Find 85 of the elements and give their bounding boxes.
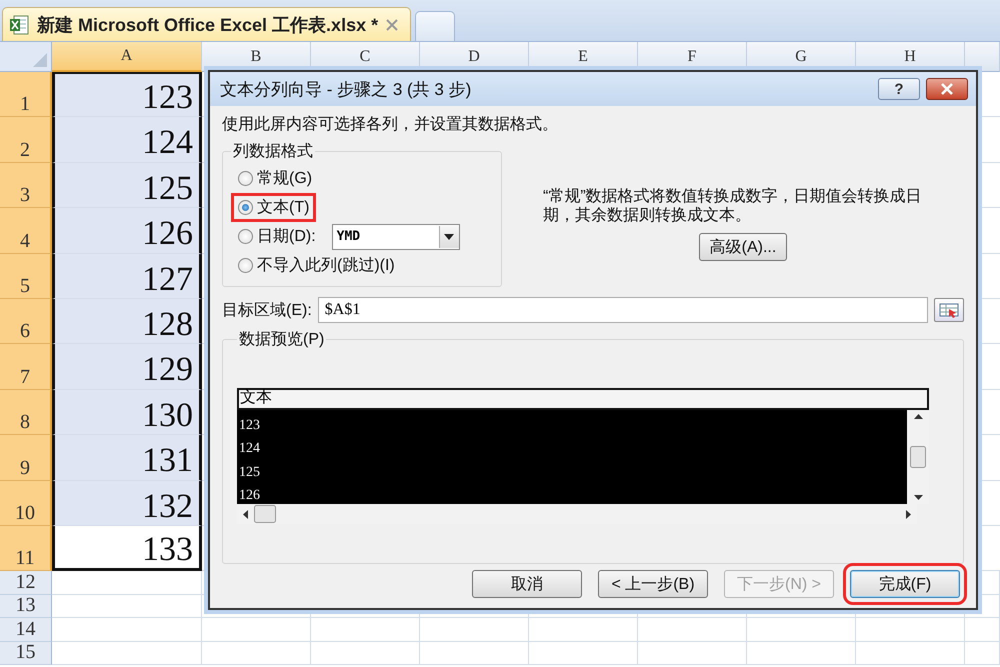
column-header[interactable] [965,42,1000,72]
date-format-dropdown[interactable]: YMD [332,224,460,250]
preview-row-text: 126 [238,487,261,504]
preview-row-text: 123 [238,416,261,434]
triangle-icon[interactable] [33,53,47,67]
row-header[interactable]: 12 [0,571,52,595]
scroll-left-icon[interactable] [243,510,248,518]
preview-row-text: 125 [238,464,261,480]
table-cell: 131 [52,435,202,481]
empty-cell[interactable] [856,618,965,642]
radio-button[interactable] [238,200,253,215]
table-cell: 123 [52,72,202,118]
empty-cell[interactable] [311,618,420,642]
table-cell: 133 [52,526,202,572]
empty-cell[interactable] [965,618,1000,642]
workbook-tab[interactable]: 新建 Microsoft Office Excel 工作表.xlsx * [2,7,412,41]
preview-column-header: 文本 [237,388,929,410]
intro-text: 使用此屏内容可选择各列，并设置其数据格式。 [222,114,559,135]
destination-label: 目标区域(E): [222,300,312,320]
option-label[interactable]: 常规(G) [257,168,312,189]
scroll-thumb[interactable] [254,505,276,523]
close-icon[interactable] [386,18,398,30]
dialog-title: 文本分列向导 - 步骤之 3 (共 3 步) [220,78,472,100]
description-text: “常规”数据格式将数值转换成数字，日期值会转换成日期，其余数据则转换成文本。 [543,187,923,226]
table-cell: 128 [52,298,202,344]
row-header[interactable]: 10 [0,480,52,526]
radio-button[interactable] [238,171,253,186]
empty-cell[interactable] [420,618,529,642]
table-cell: 132 [52,480,202,526]
row-header[interactable]: 9 [0,435,52,481]
dialog-button[interactable]: < 上一步(B) [598,570,708,598]
preview-row-text: 124 [238,440,261,457]
row-header[interactable]: 14 [0,618,52,642]
empty-cell[interactable] [747,642,856,666]
row-header[interactable]: 13 [0,594,52,618]
table-cell: 126 [52,208,202,254]
advanced-button[interactable]: 高级(A)... [698,233,788,262]
column-header[interactable]: A [52,42,202,72]
empty-cell[interactable] [202,618,311,642]
row-header[interactable]: 6 [0,298,52,344]
empty-cell[interactable] [747,618,856,642]
empty-cell[interactable] [529,642,638,666]
table-cell: 124 [52,117,202,163]
row-header[interactable]: 11 [0,526,52,572]
radio-button[interactable] [238,229,253,244]
option-label[interactable]: 日期(D): [257,226,316,247]
empty-cell[interactable] [420,642,529,666]
caret-icon[interactable] [444,234,454,240]
table-cell: 127 [52,254,202,299]
scroll-right-icon[interactable] [906,510,911,518]
group-label: 列数据格式 [232,142,314,162]
close-button[interactable] [926,78,968,100]
empty-cell[interactable] [311,642,420,666]
table-cell: 129 [52,344,202,390]
empty-cell[interactable] [965,642,1000,666]
empty-cell[interactable] [202,642,311,666]
row-header[interactable]: 8 [0,390,52,436]
radio-button[interactable] [238,258,253,273]
grid-arrow-icon[interactable] [939,302,959,318]
select-all-corner[interactable] [0,42,52,72]
empty-cell[interactable] [638,642,747,666]
row-header[interactable]: 4 [0,208,52,254]
row-header[interactable]: 5 [0,254,52,299]
row-header[interactable]: 15 [0,642,52,666]
help-button[interactable]: ? [878,78,920,100]
new-tab[interactable] [415,11,456,41]
empty-cell[interactable] [529,618,638,642]
table-cell: 130 [52,390,202,436]
scroll-down-icon[interactable] [914,495,922,500]
option-label[interactable]: 不导入此列(跳过)(I) [257,255,395,276]
scroll-up-icon[interactable] [914,414,922,419]
row-header[interactable]: 7 [0,344,52,390]
scroll-thumb[interactable] [910,446,926,468]
spreadsheet-icon [9,14,29,36]
range-picker-button[interactable] [934,298,964,322]
destination-field[interactable]: $A$1 [318,297,928,323]
table-cell: 125 [52,162,202,208]
option-label[interactable]: 文本(T) [257,197,310,218]
row-header[interactable]: 3 [0,162,52,208]
empty-cell[interactable] [638,618,747,642]
group-label: 数据预览(P) [238,330,326,350]
row-header[interactable]: 1 [0,72,52,118]
row-header[interactable]: 2 [0,117,52,163]
dialog-button[interactable]: 取消 [472,570,582,598]
empty-cell[interactable] [856,642,965,666]
